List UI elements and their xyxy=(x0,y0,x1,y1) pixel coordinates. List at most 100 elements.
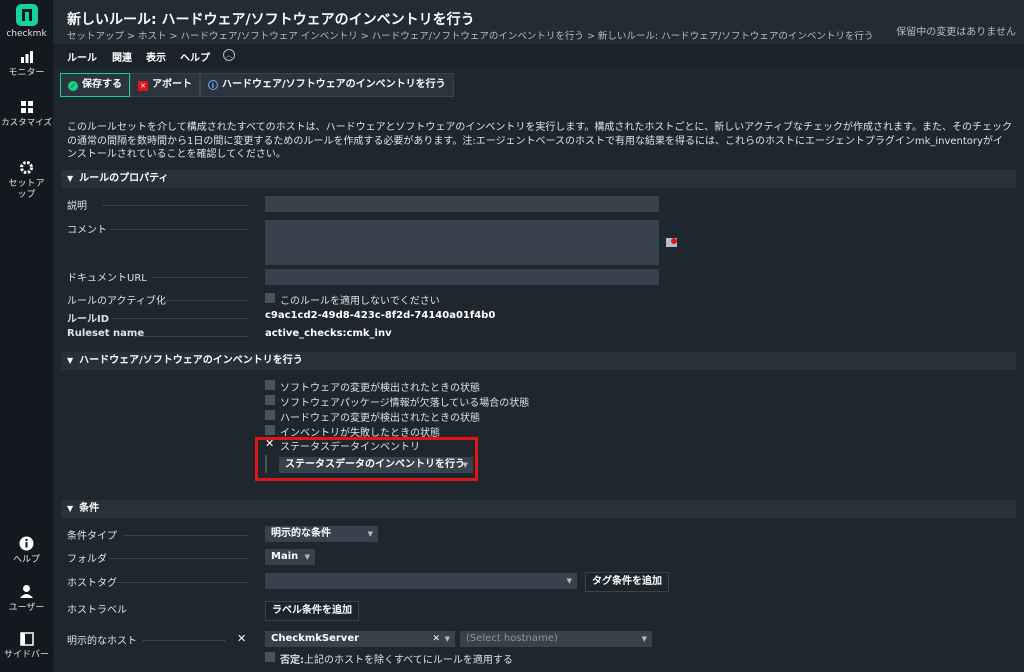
hostname-select[interactable]: (Select hostname) ▼ xyxy=(460,631,652,647)
checkmk-logo[interactable]: checkmk xyxy=(0,4,53,39)
host-select[interactable]: CheckmkServer ✕ ▼ xyxy=(265,631,455,647)
nav-sidebar-label: サイドバー xyxy=(3,650,49,660)
menubar: ルール 関連 表示 ヘルプ ︿ xyxy=(53,44,1024,66)
chevron-down-icon: ▼ xyxy=(444,635,450,643)
logo-text: checkmk xyxy=(6,29,47,39)
host-select-value: CheckmkServer xyxy=(271,633,360,644)
section-title: 条件 xyxy=(79,503,100,514)
hosttag-label: ホストタグ xyxy=(67,578,117,589)
inventory-label: ハードウェア/ソフトウェアのインベントリを行う xyxy=(222,79,446,90)
page-title: 新しいルール: ハードウェア/ソフトウェアのインベントリを行う xyxy=(67,12,475,28)
dotted-leader xyxy=(111,229,248,230)
sidebar-icon xyxy=(0,632,53,650)
menu-display[interactable]: 表示 xyxy=(146,49,166,64)
condition-type-value: 明示的な条件 xyxy=(271,528,331,539)
chevron-down-icon: ▼ xyxy=(641,635,647,643)
chevron-up-icon[interactable]: ︿ xyxy=(223,49,235,61)
folder-label: フォルダ xyxy=(67,554,107,565)
negate-label-bold: 否定: xyxy=(280,655,304,666)
nav-monitor[interactable]: モニター xyxy=(0,50,53,79)
menu-related[interactable]: 関連 xyxy=(112,49,132,64)
nav-sidebar[interactable]: サイドバー xyxy=(0,632,53,661)
negate-checkbox[interactable] xyxy=(265,652,275,662)
section-inventory[interactable]: ▼ ハードウェア/ソフトウェアのインベントリを行う xyxy=(61,352,1016,370)
grid-icon xyxy=(0,100,53,118)
page-header: 新しいルール: ハードウェア/ソフトウェアのインベントリを行う セットアップ >… xyxy=(53,0,1024,44)
nav-user-label: ユーザー xyxy=(8,603,45,613)
add-tag-condition-button[interactable]: タグ条件を追加 xyxy=(585,572,669,592)
section-title: ルールのプロパティ xyxy=(79,173,169,184)
option-package-missing-checkbox[interactable] xyxy=(265,395,275,405)
triangle-down-icon: ▼ xyxy=(67,174,74,183)
negate-label: 否定:上記のホストを除くすべてにルールを適用する xyxy=(280,651,513,666)
checkmk-logo-icon xyxy=(15,4,38,26)
gear-icon xyxy=(0,160,53,179)
nav-customize-label: カスタマイズ xyxy=(1,118,52,128)
clear-icon[interactable]: ✕ xyxy=(432,631,440,647)
section-conditions[interactable]: ▼ 条件 xyxy=(61,500,1016,518)
hosttag-select[interactable]: ▼ xyxy=(265,573,577,589)
description-field[interactable] xyxy=(265,196,659,212)
folder-select[interactable]: Main ▼ xyxy=(265,549,315,565)
comment-field[interactable] xyxy=(265,220,659,265)
disable-rule-checkbox[interactable] xyxy=(265,293,275,303)
section-title: ハードウェア/ソフトウェアのインベントリを行う xyxy=(79,355,303,366)
option-label: ソフトウェアパッケージ情報が欠落している場合の状態 xyxy=(280,398,530,409)
toolbar: ✓ 保存する ✕ アボート i ハードウェア/ソフトウェアのインベントリを行う xyxy=(53,70,1024,100)
nav-help-label: ヘルプ xyxy=(12,555,40,565)
hostlabel-label: ホストラベル xyxy=(67,605,127,616)
option-label: ハードウェアの変更が検出されたときの状態 xyxy=(280,413,480,424)
chevron-down-icon: ▼ xyxy=(304,553,310,561)
nav-setup-label: セットアップ xyxy=(8,179,45,200)
bar-chart-icon xyxy=(0,50,53,68)
dotted-leader xyxy=(143,640,225,641)
abort-label: アボート xyxy=(152,79,192,90)
folder-value: Main xyxy=(271,551,299,562)
pending-changes[interactable]: 保留中の変更はありません xyxy=(896,23,1016,38)
ruleset-value: active_checks:cmk_inv xyxy=(265,328,392,339)
inventory-button[interactable]: i ハードウェア/ソフトウェアのインベントリを行う xyxy=(200,73,454,97)
triangle-down-icon: ▼ xyxy=(67,356,74,365)
info-icon xyxy=(0,536,53,555)
docurl-label: ドキュメントURL xyxy=(67,273,147,284)
dotted-leader xyxy=(103,205,248,206)
menu-help[interactable]: ヘルプ xyxy=(180,49,210,64)
main-area: 新しいルール: ハードウェア/ソフトウェアのインベントリを行う セットアップ >… xyxy=(53,0,1024,672)
nav-setup[interactable]: セットアップ xyxy=(0,160,53,201)
nav-customize[interactable]: カスタマイズ xyxy=(0,100,53,129)
nav-monitor-label: モニター xyxy=(8,68,45,78)
save-label: 保存する xyxy=(82,79,122,90)
option-software-change-checkbox[interactable] xyxy=(265,380,275,390)
edit-comment-icon[interactable] xyxy=(666,238,677,247)
ruleset-label: Ruleset name xyxy=(67,328,145,339)
nav-help[interactable]: ヘルプ xyxy=(0,536,53,566)
option-hardware-change-checkbox[interactable] xyxy=(265,410,275,420)
dotted-leader xyxy=(123,535,248,536)
dotted-leader xyxy=(115,582,248,583)
ruleid-label: ルールID xyxy=(67,314,110,325)
add-label-condition-button[interactable]: ラベル条件を追加 xyxy=(265,601,359,621)
abort-button[interactable]: ✕ アボート xyxy=(130,73,200,97)
close-icon[interactable]: ✕ xyxy=(237,632,246,645)
docurl-field[interactable] xyxy=(265,269,659,285)
chevron-down-icon: ▼ xyxy=(566,577,572,585)
dotted-leader xyxy=(109,558,248,559)
dotted-leader xyxy=(135,336,248,337)
highlight-box xyxy=(255,437,478,481)
ruleid-value: c9ac1cd2-49d8-423c-8f2d-74140a01f4b0 xyxy=(265,310,496,321)
nav-user[interactable]: ユーザー xyxy=(0,584,53,614)
section-rule-properties[interactable]: ▼ ルールのプロパティ xyxy=(61,170,1016,188)
disable-rule-label: このルールを適用しないでください xyxy=(280,296,440,307)
chevron-down-icon: ▼ xyxy=(367,530,373,538)
save-button[interactable]: ✓ 保存する xyxy=(60,73,130,97)
option-inventory-failed-checkbox[interactable] xyxy=(265,425,275,435)
check-icon: ✓ xyxy=(68,81,78,91)
help-text: このルールセットを介して構成されたすべてのホストは、ハードウェアとソフトウェアの… xyxy=(67,122,1012,160)
negate-label-text: 上記のホストを除くすべてにルールを適用する xyxy=(304,655,513,666)
breadcrumb[interactable]: セットアップ > ホスト > ハードウェア/ソフトウェア インベントリ > ハー… xyxy=(67,28,873,42)
explicit-hosts-label: 明示的なホスト xyxy=(67,636,137,647)
menu-rule[interactable]: ルール xyxy=(67,49,97,64)
condition-type-select[interactable]: 明示的な条件 ▼ xyxy=(265,526,378,542)
activation-label: ルールのアクティブ化 xyxy=(67,296,166,307)
option-label: ソフトウェアの変更が検出されたときの状態 xyxy=(280,383,480,394)
